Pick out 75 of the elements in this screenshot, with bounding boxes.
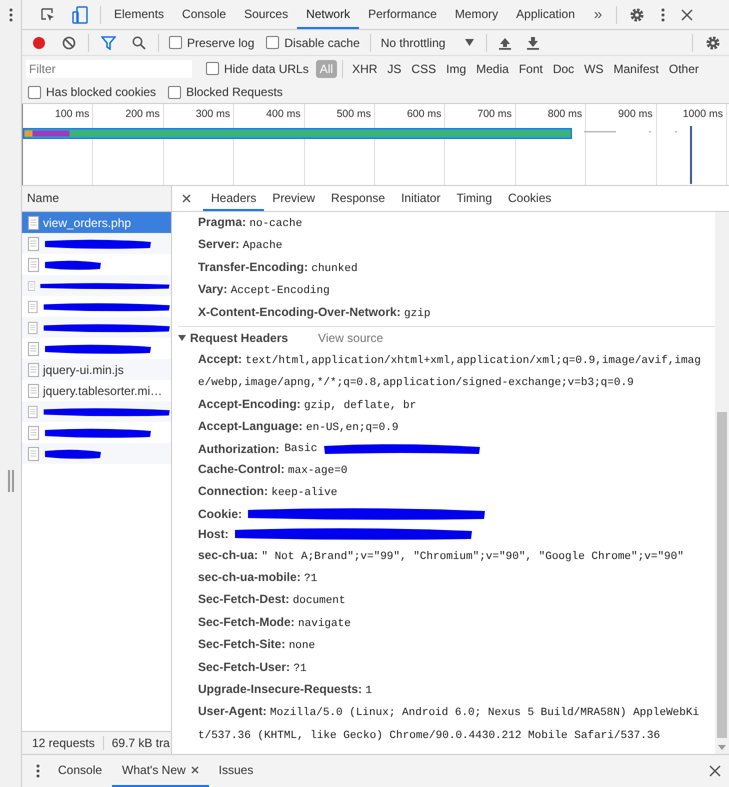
- header-line: Cache-Control: max-age=0: [197, 461, 348, 480]
- view-source-link[interactable]: View source: [318, 331, 384, 346]
- time-tick-label: 800 ms: [548, 108, 582, 120]
- header-line: Accept-Encoding: gzip, deflate, br: [197, 396, 418, 414]
- filter-field[interactable]: Filter: [26, 60, 192, 78]
- drawer-tab[interactable]: Console: [48, 755, 112, 787]
- panel-tab[interactable]: Console: [173, 0, 236, 29]
- header-line: Sec-Fetch-Mode: navigate: [197, 614, 352, 632]
- request-name[interactable]: view_orders.php: [43, 216, 132, 230]
- header-line: sec-ch-ua: " Not A;Brand";v="99", "Chromium";v="90", "Google Chrome";v="90": [197, 546, 685, 565]
- drawer-tab[interactable]: Issues: [208, 755, 264, 787]
- type-filter-button[interactable]: JS: [383, 60, 406, 78]
- header-line: Sec-Fetch-Site: none: [197, 636, 316, 654]
- header-line: X-Content-Encoding-Over-Network: gzip: [198, 304, 432, 322]
- type-filter-button[interactable]: Font: [514, 60, 547, 78]
- panel-tab[interactable]: Performance: [359, 0, 446, 29]
- header-line: Accept-Language: en-US,en;q=0.9: [197, 418, 400, 436]
- panel-tab[interactable]: Sources: [235, 0, 298, 29]
- type-filter-button[interactable]: Doc: [548, 60, 578, 78]
- panel-tab[interactable]: Application: [507, 0, 584, 29]
- detail-tab[interactable]: Headers: [203, 186, 264, 211]
- time-tick-label: 100 ms: [54, 108, 90, 120]
- header-line: Server: Apache: [198, 236, 284, 254]
- request-count: 12 requests: [32, 736, 95, 750]
- throttling-dropdown[interactable]: No throttling: [374, 36, 482, 50]
- section-title[interactable]: Request Headers: [190, 331, 288, 346]
- type-filter-button[interactable]: Img: [442, 60, 470, 78]
- detail-tab[interactable]: Response: [323, 186, 394, 211]
- header-line: Vary: Accept-Encoding: [198, 281, 331, 300]
- checkbox-label[interactable]: Blocked Requests: [186, 85, 283, 99]
- time-tick-label: 200 ms: [125, 108, 160, 120]
- time-tick-label: 300 ms: [196, 108, 230, 120]
- header-line: Sec-Fetch-User: ?1: [197, 658, 308, 677]
- checkbox-label[interactable]: Hide data URLs: [224, 62, 309, 76]
- panel-tab[interactable]: Elements: [105, 0, 174, 29]
- drawer-tab[interactable]: What's New: [112, 755, 209, 787]
- header-line: Sec-Fetch-Dest: document: [197, 591, 347, 610]
- type-filter-button[interactable]: CSS: [407, 60, 440, 78]
- transfer-size: 69.7 kB tra: [102, 736, 170, 750]
- type-filter-button[interactable]: Manifest: [610, 60, 663, 78]
- detail-tab[interactable]: Cookies: [500, 186, 560, 211]
- type-filter-button[interactable]: XHR: [348, 60, 382, 78]
- time-tick-label: 400 ms: [266, 108, 301, 120]
- time-tick-label: 900 ms: [618, 108, 653, 120]
- time-tick-label: 700 ms: [477, 108, 512, 120]
- header-name: Authorization:: [198, 440, 280, 458]
- detail-tab[interactable]: Timing: [448, 186, 500, 211]
- more-tabs-button[interactable]: »: [584, 6, 612, 23]
- header-line: sec-ch-ua-mobile: ?1: [197, 569, 318, 588]
- time-tick-label: 600 ms: [406, 108, 442, 120]
- detail-tab[interactable]: Initiator: [393, 186, 448, 211]
- time-tick-label: 500 ms: [336, 108, 371, 120]
- checkbox-label[interactable]: Disable cache: [284, 36, 360, 50]
- header-value: Basic: [284, 442, 318, 457]
- request-name[interactable]: jquery-ui.min.js: [43, 362, 124, 376]
- checkbox-label[interactable]: Preserve log: [187, 36, 254, 50]
- header-line: User-Agent: Mozilla/5.0 (Linux; Android 6.0; Nexus 5 Build/MRA58N) AppleWebKit/537.36 (KHTML, like Gecko) Chrome/90.0.4430.212 Mobile Safari/537.36: [197, 703, 700, 744]
- request-row[interactable]: jquery-ui.min.js: [22, 359, 171, 380]
- header-name: Host:: [198, 526, 229, 544]
- request-row[interactable]: jquery.tablesorter.mi…: [22, 380, 171, 401]
- header-line: Transfer-Encoding: chunked: [198, 258, 359, 277]
- time-tick-label: 1000 ms: [682, 108, 723, 120]
- header-name: Cookie:: [198, 506, 242, 523]
- header-line: Pragma: no-cache: [198, 214, 304, 232]
- request-name[interactable]: jquery.tablesorter.mi…: [43, 384, 162, 398]
- type-filter-button[interactable]: WS: [580, 60, 608, 78]
- panel-tab[interactable]: Memory: [446, 0, 508, 29]
- detail-tab[interactable]: Preview: [264, 186, 324, 211]
- type-filter-button[interactable]: Other: [664, 60, 703, 78]
- request-row[interactable]: view_orders.php: [22, 212, 171, 233]
- header-line: Connection: keep-alive: [197, 483, 338, 502]
- column-header[interactable]: Name: [22, 186, 171, 212]
- type-filter-button[interactable]: Media: [472, 60, 513, 78]
- checkbox-label[interactable]: Has blocked cookies: [46, 85, 156, 99]
- header-line: Upgrade-Insecure-Requests: 1: [197, 681, 373, 700]
